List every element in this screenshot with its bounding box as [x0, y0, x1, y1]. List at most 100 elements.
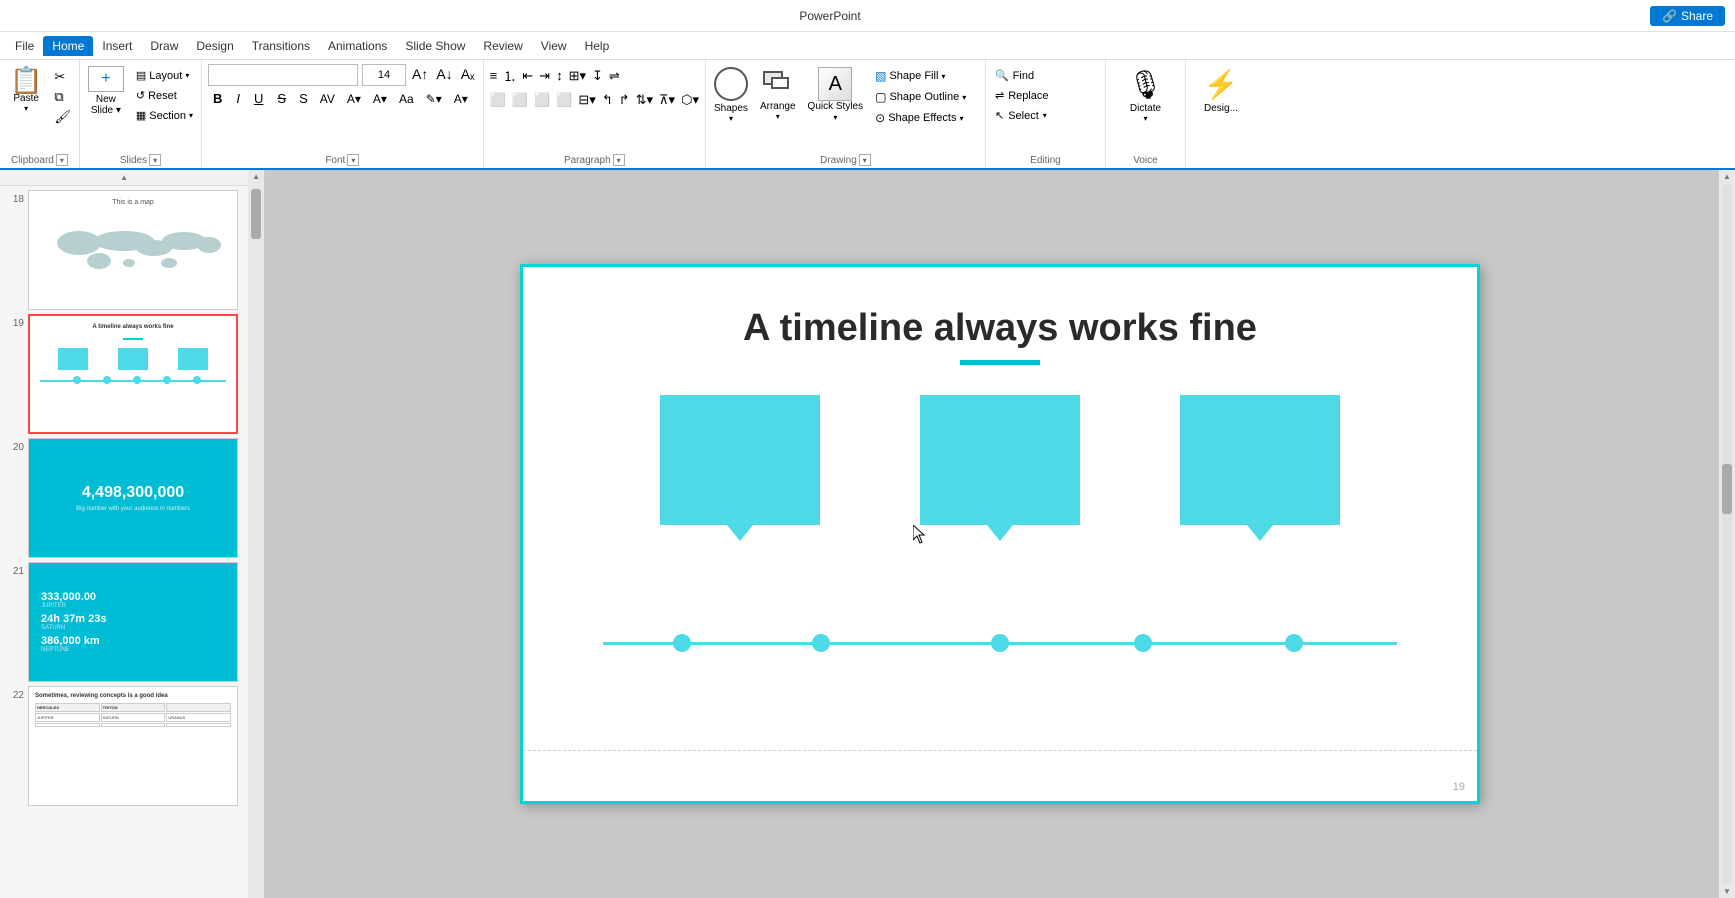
decrease-indent-button[interactable]: ⇤ [520, 66, 535, 86]
arrange-icon [761, 67, 795, 101]
slide22-col2: TRITON [101, 703, 166, 712]
slide-num-18: 18 [4, 190, 24, 205]
paragraph-expand[interactable]: ▾ [613, 154, 625, 166]
canvas-scroll-track[interactable] [1722, 185, 1732, 883]
design-ideas-button[interactable]: ⚡ Desig... [1192, 64, 1250, 164]
share-button[interactable]: 🔗 Share [1650, 6, 1725, 26]
char-spacing-button[interactable]: AV [316, 90, 339, 108]
font-name-input[interactable] [208, 64, 358, 86]
menu-file[interactable]: File [6, 36, 43, 56]
slide-thumb-21[interactable]: 21 333,000.00 JUPITER 24h 37m 23s SATURN… [4, 562, 244, 682]
shape-fill-icon: ▧ [875, 69, 886, 83]
scrollbar-thumb[interactable] [251, 189, 261, 239]
increase-font-button[interactable]: A↑ [410, 64, 430, 86]
slide-scrollbar[interactable]: ▲ [248, 170, 264, 898]
copy-button[interactable]: ⧉ [50, 88, 75, 106]
clear-format-button[interactable]: Aₓ [459, 64, 477, 86]
canvas-scroll-thumb[interactable] [1722, 464, 1732, 514]
canvas-scroll-down[interactable]: ▼ [1721, 885, 1733, 898]
align-center-button[interactable]: ⬜ [510, 90, 530, 110]
select-icon: ↖ [995, 109, 1004, 122]
shadow-button[interactable]: S [295, 89, 312, 108]
menu-transitions[interactable]: Transitions [243, 36, 319, 56]
reset-label: Reset [148, 90, 177, 102]
font-aa-button[interactable]: Aa [395, 90, 418, 108]
layout-button[interactable]: ▤ Layout ▾ [132, 67, 197, 84]
shape-outline-button[interactable]: ▢ Shape Outline ▾ [871, 88, 970, 106]
text-fill-button[interactable]: A▾ [450, 90, 472, 108]
font-expand[interactable]: ▾ [347, 154, 359, 166]
rtl-button[interactable]: ↰ [600, 90, 615, 110]
menu-draw[interactable]: Draw [141, 36, 187, 56]
section-button[interactable]: ▦ Section ▾ [132, 107, 197, 124]
drawing-expand[interactable]: ▾ [859, 154, 871, 166]
line-spacing-button[interactable]: ↕ [554, 66, 565, 85]
new-slide-button[interactable]: + New Slide ▾ [84, 64, 128, 118]
italic-button[interactable]: I [231, 89, 245, 108]
slide-dashed-line [523, 750, 1477, 751]
menu-help[interactable]: Help [576, 36, 619, 56]
format-painter-button[interactable]: 🖌 [50, 108, 75, 126]
replace-button[interactable]: ⇌ Replace [990, 87, 1101, 104]
columns-button[interactable]: ⊞▾ [567, 66, 588, 86]
menu-slideshow[interactable]: Slide Show [396, 36, 474, 56]
menu-view[interactable]: View [532, 36, 576, 56]
shape-outline-icon: ▢ [875, 90, 886, 104]
menu-insert[interactable]: Insert [93, 36, 141, 56]
bullets-button[interactable]: ≡ [488, 66, 500, 85]
slide22-cell1: JUPITER [35, 713, 100, 722]
slide22-cell2: SATURN [101, 713, 166, 722]
smart-art-button[interactable]: ↧ [590, 66, 605, 86]
numbering-button[interactable]: ⒈ [501, 64, 518, 87]
increase-indent-button[interactable]: ⇥ [537, 66, 552, 86]
menu-review[interactable]: Review [474, 36, 531, 56]
align-left-button[interactable]: ⬜ [488, 90, 508, 110]
timeline-dot-2 [812, 634, 830, 652]
shape-fill-button[interactable]: ▧ Shape Fill ▾ [871, 67, 970, 85]
justify-button[interactable]: ⬜ [554, 90, 574, 110]
menu-home[interactable]: Home [43, 36, 93, 56]
menu-design[interactable]: Design [187, 36, 242, 56]
shapes-button[interactable]: Shapes ▾ [710, 64, 752, 126]
arrange-button[interactable]: Arrange ▾ [756, 64, 800, 124]
slide-thumb-19[interactable]: 19 A timeline always works fine [4, 314, 244, 434]
decrease-font-button[interactable]: A↓ [434, 64, 454, 86]
paste-button[interactable]: 📋 Paste ▾ [4, 64, 48, 116]
select-button[interactable]: ↖ Select ▾ [990, 107, 1101, 124]
shape-outline-arrow: ▾ [962, 93, 966, 102]
scroll-up-button[interactable]: ▲ [0, 170, 248, 186]
align-right-button[interactable]: ⬜ [532, 90, 552, 110]
bold-button[interactable]: B [208, 89, 227, 108]
strikethrough-button[interactable]: S [272, 89, 291, 108]
slide-thumb-18[interactable]: 18 This is a map [4, 190, 244, 310]
text-highlight-button[interactable]: ✎▾ [422, 90, 446, 108]
underline-button[interactable]: U [249, 89, 268, 108]
smartart2-button[interactable]: ⬡▾ [679, 90, 701, 110]
dictate-label: Dictate [1130, 103, 1161, 114]
convert-button[interactable]: ⇌ [607, 66, 622, 86]
dictate-button[interactable]: 🎙 Dictate ▾ [1112, 64, 1179, 153]
slides-expand[interactable]: ▾ [149, 154, 161, 166]
reset-button[interactable]: ↺ Reset [132, 87, 197, 104]
font-size-input[interactable] [362, 64, 406, 86]
canvas-scroll-up[interactable]: ▲ [1721, 170, 1733, 183]
menu-bar: File Home Insert Draw Design Transitions… [0, 32, 1735, 60]
slide-panel-container: ▲ 18 This is a map [0, 170, 265, 898]
slide-canvas[interactable]: A timeline always works fine [520, 264, 1480, 804]
menu-animations[interactable]: Animations [319, 36, 396, 56]
scrollbar-up-arrow[interactable]: ▲ [252, 172, 260, 181]
columns2-button[interactable]: ⊟▾ [576, 90, 597, 110]
slides-label: Slides ▾ [84, 152, 197, 168]
text-align-button[interactable]: ⊼▾ [657, 90, 677, 110]
text-direction-button[interactable]: ⇅▾ [634, 90, 655, 110]
ltr-button[interactable]: ↱ [617, 90, 632, 110]
cut-button[interactable]: ✂ [50, 68, 75, 86]
shape-effects-button[interactable]: ⊙ Shape Effects ▾ [871, 109, 970, 127]
find-button[interactable]: 🔍 Find [990, 67, 1101, 84]
slide-thumb-22[interactable]: 22 Sometimes, reviewing concepts is a go… [4, 686, 244, 806]
font-color-button[interactable]: A▾ [343, 90, 365, 108]
text-color-button[interactable]: A▾ [369, 90, 391, 108]
clipboard-expand[interactable]: ▾ [56, 154, 68, 166]
slide-thumb-20[interactable]: 20 4,498,300,000 Big number with your au… [4, 438, 244, 558]
quick-styles-button[interactable]: A Quick Styles ▾ [804, 64, 868, 125]
